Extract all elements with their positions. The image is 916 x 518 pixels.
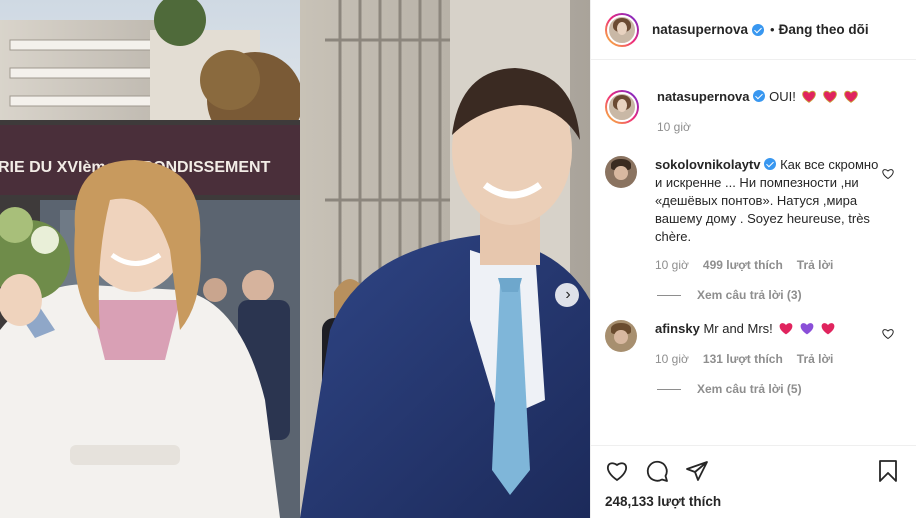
caption-text: OUI!	[769, 89, 796, 104]
verified-badge-icon	[764, 158, 777, 170]
comment-time: 10 giờ	[655, 352, 689, 366]
following-button[interactable]: Đang theo dõi	[779, 22, 869, 37]
red-heart-emoji-icon	[843, 90, 858, 103]
replies-divider	[657, 294, 681, 296]
next-photo-button[interactable]: ›	[555, 283, 579, 307]
chevron-right-icon: ›	[565, 286, 571, 303]
verified-badge-icon	[753, 90, 766, 102]
red-heart-emoji-icon	[802, 90, 817, 103]
post-photo[interactable]: RIE DU XVIème ARRONDISSEMENT ›	[0, 0, 590, 518]
wedding-photo-illustration: RIE DU XVIème ARRONDISSEMENT	[0, 0, 590, 518]
red-heart-emoji-icon	[821, 323, 835, 335]
author-username[interactable]: natasupernova	[652, 22, 748, 37]
post-details-panel: natasupernova • Đang theo dõi natasupern…	[590, 0, 916, 518]
comment-likes[interactable]: 131 lượt thích	[703, 350, 783, 368]
commenter-avatar[interactable]	[605, 320, 637, 352]
view-replies-label: Xem câu trả lời (3)	[697, 288, 802, 302]
reply-button[interactable]: Trả lời	[797, 350, 834, 368]
comment-likes[interactable]: 499 lượt thích	[703, 256, 783, 274]
bookmark-icon[interactable]	[876, 459, 900, 483]
comment-time: 10 giờ	[655, 258, 689, 272]
commenter-username[interactable]: sokolovnikolaytv	[655, 157, 760, 172]
caption-username[interactable]: natasupernova	[657, 89, 749, 104]
author-avatar[interactable]	[605, 12, 639, 47]
verified-badge-icon	[752, 23, 765, 36]
comment-item: afinsky Mr and Mrs! 10 giờ 131 lượt thíc…	[591, 320, 916, 368]
commenter-username[interactable]: afinsky	[655, 321, 700, 336]
share-icon[interactable]	[685, 459, 709, 483]
purple-heart-emoji-icon	[800, 323, 814, 335]
post-actions: 248,133 lượt thích	[591, 445, 916, 509]
post-header: natasupernova • Đang theo dõi	[591, 0, 916, 60]
caption-avatar[interactable]	[605, 90, 639, 124]
comments-list[interactable]: natasupernova OUI! 10 giờ sokolovnikolay…	[591, 76, 916, 443]
caption: natasupernova OUI! 10 giờ	[591, 88, 916, 136]
post-likes-count[interactable]: 248,133 lượt thích	[605, 494, 900, 509]
comment-text: Mr and Mrs!	[703, 321, 773, 336]
commenter-avatar[interactable]	[605, 156, 637, 188]
comment-icon[interactable]	[645, 459, 669, 483]
like-comment-heart-icon[interactable]	[882, 168, 894, 180]
comment-item: sokolovnikolaytv Как все скромно и искре…	[591, 156, 916, 274]
view-replies-button[interactable]: Xem câu trả lời (3)	[657, 288, 916, 302]
like-comment-heart-icon[interactable]	[882, 328, 894, 340]
red-heart-emoji-icon	[823, 90, 837, 103]
reply-button[interactable]: Trả lời	[797, 256, 834, 274]
heart-icon[interactable]	[605, 459, 629, 483]
caption-time: 10 giờ	[657, 120, 691, 134]
view-replies-label: Xem câu trả lời (5)	[697, 382, 802, 396]
view-replies-button[interactable]: Xem câu trả lời (5)	[657, 382, 916, 396]
separator-dot: •	[770, 22, 775, 37]
red-heart-emoji-icon	[780, 323, 793, 335]
replies-divider	[657, 388, 681, 390]
